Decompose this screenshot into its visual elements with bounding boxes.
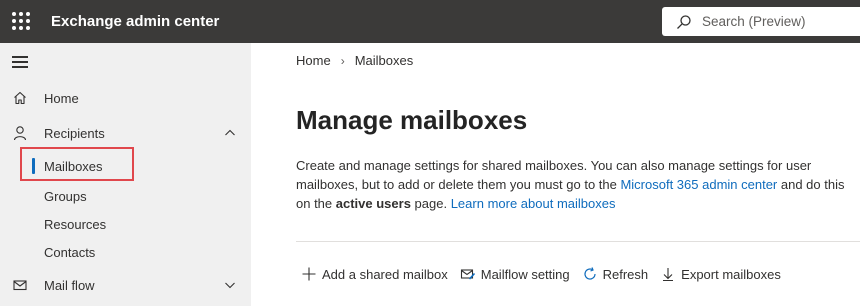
divider <box>296 241 860 242</box>
button-label: Export mailboxes <box>681 266 781 282</box>
sidebar-item-label: Recipients <box>44 125 105 141</box>
chevron-up-icon[interactable] <box>224 127 236 139</box>
sidebar-subitem-contacts[interactable]: Contacts <box>0 239 251 265</box>
active-users-text: active users <box>335 196 411 211</box>
sidebar: Home Recipients Mailboxes Groups Resourc… <box>0 43 251 306</box>
refresh-button[interactable]: Refresh <box>582 266 649 282</box>
mail-edit-icon <box>460 269 475 280</box>
top-bar: Exchange admin center Search (Preview) <box>0 0 860 43</box>
app-launcher-icon[interactable] <box>12 12 30 30</box>
sidebar-item-recipients[interactable]: Recipients <box>0 119 251 147</box>
button-label: Mailflow setting <box>480 266 570 282</box>
learn-more-link[interactable]: Learn more about mailboxes <box>451 196 616 211</box>
export-mailboxes-button[interactable]: Export mailboxes <box>660 266 781 282</box>
page-title: Manage mailboxes <box>296 105 528 135</box>
breadcrumb-home[interactable]: Home <box>296 53 331 68</box>
page-description: Create and manage settings for shared ma… <box>296 156 856 213</box>
admin-center-link[interactable]: Microsoft 365 admin center <box>620 177 777 192</box>
breadcrumb-separator-icon: › <box>340 53 345 68</box>
search-placeholder: Search (Preview) <box>702 14 806 29</box>
mail-icon <box>13 280 27 291</box>
description-text: page. <box>410 196 451 211</box>
refresh-icon <box>584 267 596 280</box>
main-content: Home › Mailboxes Manage mailboxes Create… <box>251 43 860 306</box>
sidebar-item-home[interactable]: Home <box>0 84 251 112</box>
person-icon <box>13 126 27 141</box>
sidebar-item-mail-flow[interactable]: Mail flow <box>0 271 251 299</box>
search-icon <box>677 14 691 29</box>
add-shared-mailbox-button[interactable]: Add a shared mailbox <box>301 266 448 282</box>
toolbar: Add a shared mailbox Mailflow setting Re… <box>301 266 793 282</box>
highlight-box <box>20 147 134 181</box>
home-icon <box>14 91 26 105</box>
breadcrumb-current: Mailboxes <box>354 53 414 68</box>
sidebar-item-label: Home <box>44 90 79 106</box>
button-label: Add a shared mailbox <box>322 266 448 282</box>
sidebar-item-label: Mail flow <box>44 277 95 293</box>
sidebar-subitem-label: Contacts <box>44 245 96 260</box>
sidebar-subitem-resources[interactable]: Resources <box>0 211 251 237</box>
sidebar-subitem-label: Resources <box>44 217 107 232</box>
mailflow-setting-button[interactable]: Mailflow setting <box>460 266 570 282</box>
search-box[interactable]: Search (Preview) <box>662 7 860 36</box>
sidebar-subitem-label: Groups <box>44 189 87 204</box>
button-label: Refresh <box>602 266 649 282</box>
plus-icon <box>302 267 316 281</box>
download-icon <box>663 268 674 282</box>
sidebar-subitem-groups[interactable]: Groups <box>0 183 251 209</box>
menu-toggle-icon[interactable] <box>12 55 30 69</box>
app-title[interactable]: Exchange admin center <box>51 13 219 30</box>
breadcrumb: Home › Mailboxes <box>296 53 413 68</box>
chevron-down-icon[interactable] <box>224 279 236 291</box>
